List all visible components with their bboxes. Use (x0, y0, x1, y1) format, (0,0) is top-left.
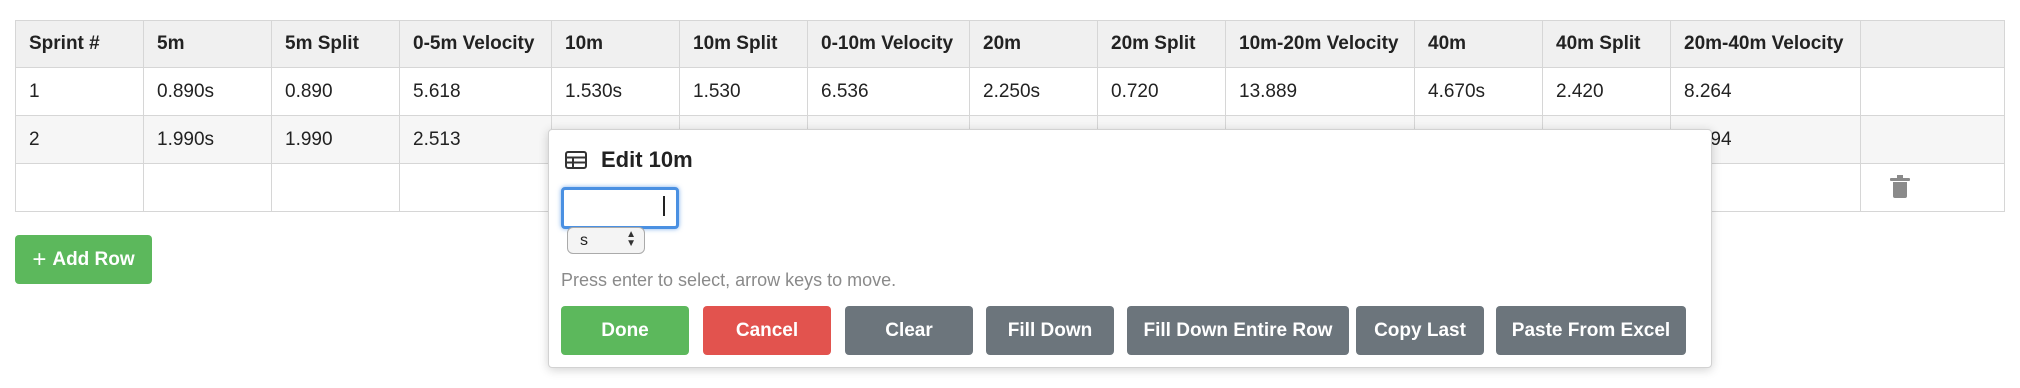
table-cell[interactable] (271, 163, 400, 212)
table-cell[interactable]: 13.889 (1225, 67, 1415, 116)
header-sprint-number: Sprint # (15, 20, 144, 68)
table-cell[interactable]: 2.513 (399, 115, 552, 164)
cancel-button[interactable]: Cancel (703, 306, 831, 355)
table-cell[interactable]: 1.530 (679, 67, 808, 116)
header-10m-20m-velocity: 10m-20m Velocity (1225, 20, 1415, 68)
table-cell[interactable]: 6.536 (807, 67, 970, 116)
header-20m: 20m (969, 20, 1098, 68)
table-cell-actions (1860, 163, 2005, 212)
table-cell[interactable]: 0.890s (143, 67, 272, 116)
trash-icon[interactable] (1890, 174, 1910, 198)
value-input[interactable] (561, 187, 679, 229)
text-cursor (663, 196, 665, 216)
table-cell[interactable]: 0.720 (1097, 67, 1226, 116)
header-10m: 10m (551, 20, 680, 68)
header-20m-40m-velocity: 20m-40m Velocity (1670, 20, 1861, 68)
editor-hint: Press enter to select, arrow keys to mov… (561, 270, 897, 290)
table-cell[interactable]: 4.670s (1414, 67, 1543, 116)
table-cell-actions (1860, 67, 2005, 116)
table-cell[interactable]: 1.990s (143, 115, 272, 164)
copy-last-button[interactable]: Copy Last (1356, 306, 1484, 355)
table-cell[interactable] (143, 163, 272, 212)
plus-icon: + (32, 245, 47, 273)
table-row: 1 0.890s 0.890 5.618 1.530s 1.530 6.536 … (15, 67, 2005, 116)
header-40m: 40m (1414, 20, 1543, 68)
add-row-label: Add Row (52, 248, 135, 270)
editor-title: Edit 10m (601, 147, 693, 172)
table-cell[interactable]: 1.530s (551, 67, 680, 116)
select-arrows-icon: ▲ ▼ (626, 229, 636, 249)
header-actions (1860, 20, 2005, 68)
header-10m-split: 10m Split (679, 20, 808, 68)
fill-down-entire-row-button[interactable]: Fill Down Entire Row (1127, 306, 1349, 355)
table-icon (565, 151, 587, 169)
header-20m-split: 20m Split (1097, 20, 1226, 68)
table-cell[interactable]: 2.420 (1542, 67, 1671, 116)
add-row-button[interactable]: + Add Row (15, 235, 152, 284)
header-0-5m-velocity: 0-5m Velocity (399, 20, 552, 68)
table-cell[interactable]: 1.990 (271, 115, 400, 164)
cell-editor-popup: Edit 10m s ▲ ▼ Press enter to select, arr… (548, 129, 1712, 368)
header-40m-split: 40m Split (1542, 20, 1671, 68)
table-cell[interactable]: 5.618 (399, 67, 552, 116)
table-cell-actions (1860, 115, 2005, 164)
fill-down-button[interactable]: Fill Down (986, 306, 1114, 355)
unit-select[interactable]: s ▲ ▼ (567, 227, 645, 254)
table-cell[interactable]: 2 (15, 115, 144, 164)
table-cell[interactable]: 1 (15, 67, 144, 116)
unit-select-value: s (580, 232, 588, 249)
header-0-10m-velocity: 0-10m Velocity (807, 20, 970, 68)
done-button[interactable]: Done (561, 306, 689, 355)
table-cell[interactable]: 0.890 (271, 67, 400, 116)
paste-from-excel-button[interactable]: Paste From Excel (1496, 306, 1686, 355)
header-5m: 5m (143, 20, 272, 68)
table-cell[interactable] (15, 163, 144, 212)
table-cell[interactable] (399, 163, 552, 212)
table-cell[interactable]: 2.250s (969, 67, 1098, 116)
table-header-row: Sprint # 5m 5m Split 0-5m Velocity 10m 1… (15, 20, 2005, 68)
header-5m-split: 5m Split (271, 20, 400, 68)
editor-header: Edit 10m (565, 147, 693, 173)
table-cell[interactable]: 8.264 (1670, 67, 1861, 116)
clear-button[interactable]: Clear (845, 306, 973, 355)
